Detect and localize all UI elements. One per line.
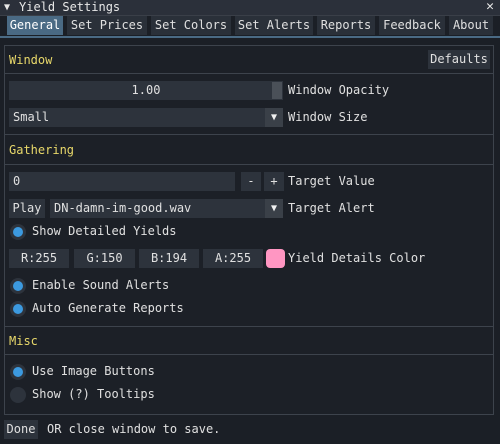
enable-sound-alerts-label: Enable Sound Alerts — [32, 278, 170, 292]
show-detailed-yields-label: Show Detailed Yields — [32, 224, 177, 238]
done-button[interactable]: Done — [4, 420, 38, 439]
close-icon[interactable]: ✕ — [486, 0, 494, 14]
window-title: Yield Settings — [19, 0, 121, 14]
separator — [5, 326, 493, 327]
window-size-label: Window Size — [288, 110, 368, 124]
separator — [5, 73, 493, 74]
auto-generate-reports-label: Auto Generate Reports — [32, 301, 184, 315]
tab-feedback[interactable]: Feedback — [379, 16, 445, 35]
increment-button[interactable]: + — [264, 172, 284, 191]
tab-about[interactable]: About — [449, 16, 493, 35]
section-header-window: Window — [9, 53, 53, 67]
tab-set-colors[interactable]: Set Colors — [151, 16, 231, 35]
chevron-down-icon[interactable]: ▼ — [265, 108, 283, 127]
save-hint: OR close window to save. — [47, 422, 221, 436]
tab-set-prices[interactable]: Set Prices — [67, 16, 147, 35]
window-opacity-slider[interactable]: 1.00 — [9, 81, 283, 100]
enable-sound-alerts-checkbox[interactable] — [10, 278, 26, 294]
defaults-button[interactable]: Defaults — [428, 50, 490, 69]
section-header-gathering: Gathering — [9, 143, 75, 157]
color-swatch[interactable] — [266, 249, 285, 268]
tab-bar: General Set Prices Set Colors Set Alerts… — [0, 16, 500, 36]
color-green-input[interactable]: G:150 — [74, 249, 135, 268]
window-opacity-label: Window Opacity — [288, 83, 390, 97]
slider-grab[interactable] — [272, 82, 282, 99]
target-value-label: Target Value — [288, 174, 375, 188]
separator — [5, 354, 493, 355]
tab-reports[interactable]: Reports — [317, 16, 375, 35]
auto-generate-reports-checkbox[interactable] — [10, 301, 26, 317]
play-button[interactable]: Play — [9, 199, 45, 218]
target-alert-label: Target Alert — [288, 201, 375, 215]
tab-underline — [0, 36, 500, 38]
window-opacity-value: 1.00 — [131, 83, 161, 97]
tab-set-alerts[interactable]: Set Alerts — [235, 16, 313, 35]
section-header-misc: Misc — [9, 334, 38, 348]
target-alert-select[interactable]: DN-damn-im-good.wav — [50, 199, 265, 218]
yield-details-color-label: Yield Details Color — [288, 251, 426, 265]
color-alpha-input[interactable]: A:255 — [203, 249, 263, 268]
target-value-input[interactable]: 0 — [9, 172, 235, 191]
show-tooltips-checkbox[interactable] — [10, 387, 26, 403]
general-panel: Window Defaults 1.00 Window Opacity Smal… — [4, 45, 494, 415]
footer: Done OR close window to save. — [0, 418, 500, 440]
show-tooltips-label: Show (?) Tooltips — [32, 387, 155, 401]
color-blue-input[interactable]: B:194 — [139, 249, 199, 268]
tab-general[interactable]: General — [7, 16, 63, 35]
title-bar: ▼ Yield Settings ✕ — [0, 0, 500, 16]
collapse-icon[interactable]: ▼ — [4, 0, 10, 15]
decrement-button[interactable]: - — [241, 172, 261, 191]
separator — [5, 134, 493, 135]
use-image-buttons-checkbox[interactable] — [10, 364, 26, 380]
chevron-down-icon[interactable]: ▼ — [265, 199, 283, 218]
separator — [5, 164, 493, 165]
window-size-select[interactable]: Small — [9, 108, 265, 127]
show-detailed-yields-checkbox[interactable] — [10, 224, 26, 240]
color-red-input[interactable]: R:255 — [9, 249, 69, 268]
use-image-buttons-label: Use Image Buttons — [32, 364, 155, 378]
